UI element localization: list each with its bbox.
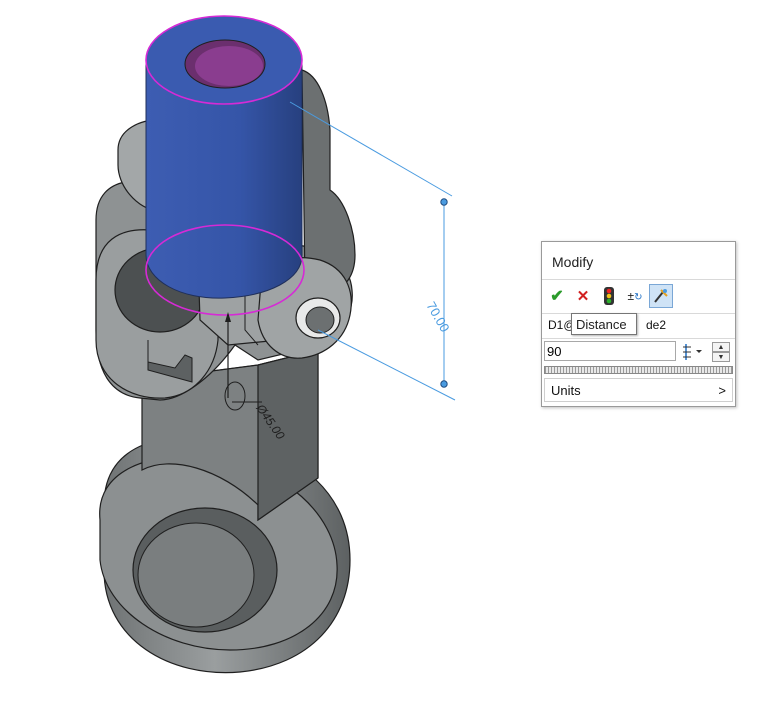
ok-check-icon[interactable]: ✔	[545, 284, 569, 308]
thumbwheel-slider[interactable]	[544, 366, 733, 374]
spin-down-button[interactable]: ▼	[712, 352, 730, 362]
units-expand-arrow: >	[718, 383, 726, 398]
spin-up-button[interactable]: ▲	[712, 342, 730, 352]
cancel-x-icon[interactable]: ✕	[571, 284, 595, 308]
distance-dimension-text[interactable]: 70.00	[423, 299, 452, 335]
reverse-sense-icon[interactable]: ±↻	[623, 284, 647, 308]
increment-icon[interactable]	[682, 343, 704, 366]
units-menu-row[interactable]: Units >	[544, 378, 733, 402]
dimension-name-right: de2	[646, 318, 667, 332]
value-row: ▲ ▼	[542, 339, 735, 365]
units-label: Units	[551, 383, 581, 398]
rebuild-traffic-light-icon[interactable]	[597, 284, 621, 308]
dimension-value-input[interactable]	[544, 341, 676, 361]
selected-cylinder-face[interactable]	[145, 15, 305, 316]
dialog-toolbar: ✔ ✕ ±↻	[542, 279, 735, 312]
tooltip-text: Distance	[576, 317, 627, 332]
tooltip: Distance	[571, 313, 637, 335]
dialog-title: Modify	[552, 254, 594, 270]
mark-dimension-icon[interactable]	[649, 284, 673, 308]
